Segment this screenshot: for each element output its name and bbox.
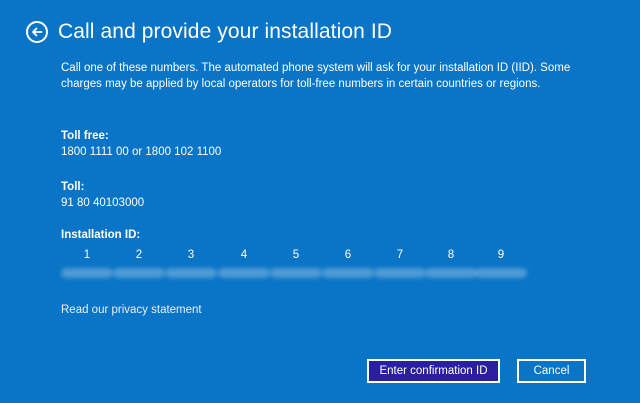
privacy-statement-link[interactable]: Read our privacy statement bbox=[61, 304, 202, 316]
toll-free-label: Toll free: bbox=[61, 130, 109, 142]
back-arrow-icon bbox=[32, 27, 43, 37]
toll-label: Toll: bbox=[61, 181, 85, 193]
iid-group-number: 8 bbox=[447, 249, 455, 261]
iid-group-value-redacted bbox=[270, 268, 322, 278]
toll-free-section: Toll free: 1800 1111 00 or 1800 102 1100 bbox=[61, 128, 221, 160]
iid-group: 8 bbox=[425, 248, 477, 278]
back-button[interactable] bbox=[26, 21, 48, 43]
iid-group-number: 7 bbox=[396, 249, 404, 261]
toll-number: 91 80 40103000 bbox=[61, 197, 145, 209]
iid-group: 9 bbox=[475, 248, 527, 278]
iid-group: 6 bbox=[322, 248, 374, 278]
iid-group-number: 4 bbox=[240, 249, 248, 261]
iid-group: 1 bbox=[61, 248, 113, 278]
iid-group-number: 3 bbox=[187, 249, 195, 261]
iid-group-number: 5 bbox=[292, 249, 300, 261]
iid-group-number: 9 bbox=[497, 249, 505, 261]
iid-group-value-redacted bbox=[218, 268, 270, 278]
installation-id-groups: 1 2 3 4 5 6 7 8 9 bbox=[61, 248, 541, 288]
iid-group: 3 bbox=[165, 248, 217, 278]
iid-group-value-redacted bbox=[374, 268, 426, 278]
iid-group-number: 6 bbox=[344, 249, 352, 261]
enter-confirmation-id-button[interactable]: Enter confirmation ID bbox=[367, 359, 500, 383]
iid-group-number: 2 bbox=[135, 249, 143, 261]
iid-group: 4 bbox=[218, 248, 270, 278]
iid-group: 7 bbox=[374, 248, 426, 278]
header: Call and provide your installation ID bbox=[26, 17, 392, 47]
cancel-button[interactable]: Cancel bbox=[517, 359, 586, 383]
toll-free-numbers: 1800 1111 00 or 1800 102 1100 bbox=[61, 146, 222, 158]
toll-section: Toll: 91 80 40103000 bbox=[61, 179, 144, 211]
iid-group-value-redacted bbox=[113, 268, 165, 278]
iid-group: 5 bbox=[270, 248, 322, 278]
iid-group-number: 1 bbox=[83, 249, 91, 261]
installation-id-section: Installation ID: bbox=[61, 227, 140, 243]
page-title: Call and provide your installation ID bbox=[58, 20, 393, 43]
iid-group-value-redacted bbox=[425, 268, 477, 278]
iid-group: 2 bbox=[113, 248, 165, 278]
iid-group-value-redacted bbox=[165, 268, 217, 278]
iid-group-value-redacted bbox=[322, 268, 374, 278]
installation-id-label: Installation ID: bbox=[61, 229, 141, 241]
iid-group-value-redacted bbox=[61, 268, 113, 278]
description-text: Call one of these numbers. The automated… bbox=[61, 62, 571, 90]
iid-group-value-redacted bbox=[475, 268, 527, 278]
